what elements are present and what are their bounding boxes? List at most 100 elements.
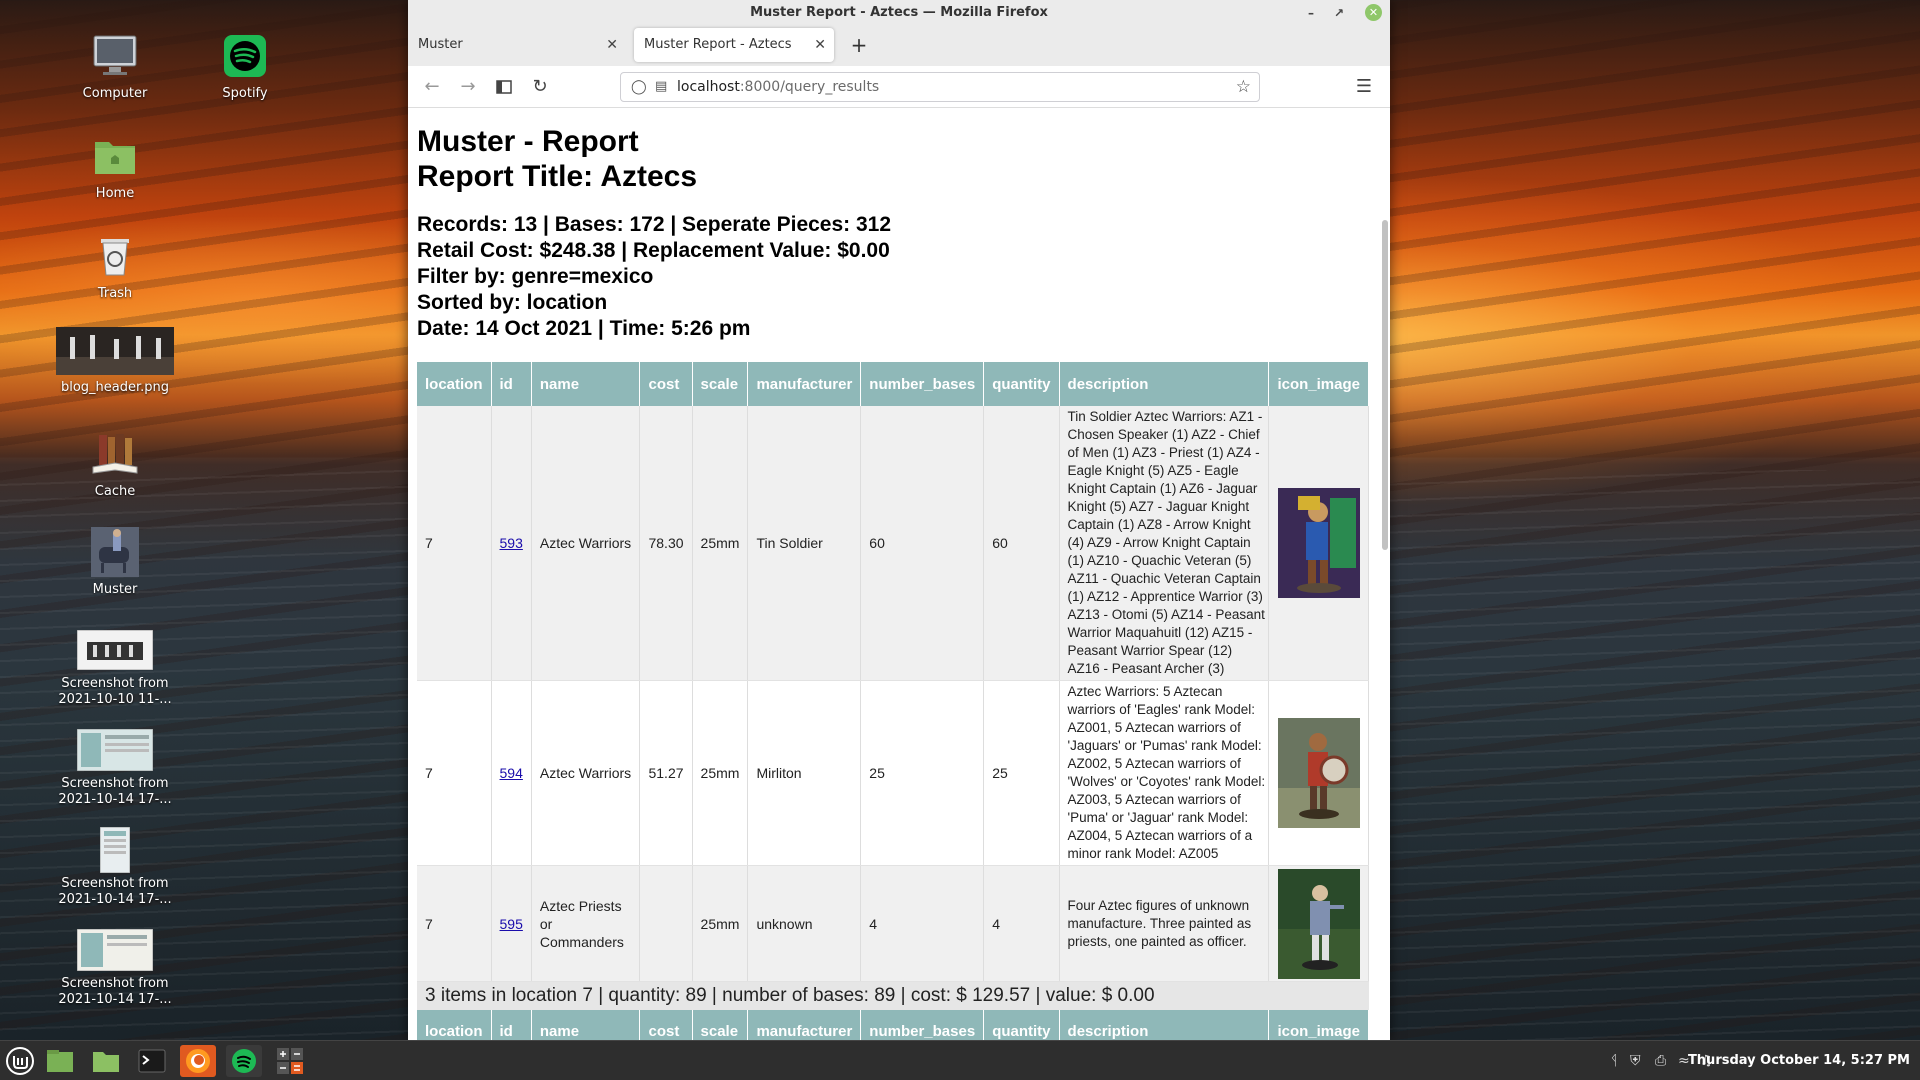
spotify-icon: [217, 30, 273, 82]
firefox-icon[interactable]: [180, 1045, 216, 1077]
address-bar[interactable]: ◯ ▤ localhost:8000/query_results ☆: [620, 72, 1260, 102]
cell-name: Aztec Warriors: [531, 406, 641, 681]
desktop-icon-blog-header[interactable]: blog_header.png: [55, 326, 175, 396]
report-table: location id name cost scale manufacturer…: [417, 362, 1369, 1040]
bookmark-star-icon[interactable]: ☆: [1236, 73, 1251, 101]
cell-icon-image: [1268, 680, 1369, 866]
report: Muster - Report Report Title: Aztecs Rec…: [417, 124, 1369, 1040]
muster-app-icon: [87, 526, 143, 578]
files-icon[interactable]: [88, 1045, 124, 1077]
desktop-icon-computer[interactable]: Computer: [55, 30, 175, 102]
calculator-icon[interactable]: [272, 1045, 308, 1077]
screenshot-thumbnail-icon: [77, 928, 153, 972]
desktop-icon-label: Cache: [94, 484, 136, 499]
page-scrollbar[interactable]: [1382, 220, 1388, 550]
table-header-row: location id name cost scale manufacturer…: [417, 362, 1369, 406]
table-row: 7 594 Aztec Warriors 51.27 25mm Mirliton…: [417, 680, 1369, 866]
show-desktop-icon[interactable]: [42, 1045, 78, 1077]
desktop-icon-label: Computer: [82, 86, 148, 101]
desktop-icon-trash[interactable]: Trash: [55, 230, 175, 302]
window-titlebar[interactable]: Muster Report - Aztecs — Mozilla Firefox…: [408, 0, 1390, 26]
column-header: cost: [639, 1009, 693, 1040]
cell-manufacturer: Tin Soldier: [747, 406, 862, 681]
miniature-photo-icon[interactable]: [1277, 718, 1360, 828]
miniature-photo-icon[interactable]: [1277, 868, 1360, 979]
printer-icon[interactable]: ⎙: [1655, 1041, 1666, 1080]
column-header: description: [1059, 362, 1270, 406]
record-id-link[interactable]: 593: [500, 535, 523, 551]
tab-muster[interactable]: Muster ✕: [408, 28, 626, 62]
sidebar-icon[interactable]: [490, 74, 518, 100]
table-row: 7 593 Aztec Warriors 78.30 25mm Tin Sold…: [417, 406, 1369, 681]
desktop-icon-screenshot-4[interactable]: Screenshot from 2021-10-14 17-...: [55, 928, 175, 1008]
cell-id: 595: [491, 865, 532, 982]
cell-location: 7: [417, 865, 492, 982]
clock[interactable]: Thursday October 14, 5:27 PM: [1688, 1041, 1910, 1080]
cell-quantity: 60: [983, 406, 1060, 681]
cell-description: Four Aztec figures of unknown manufactur…: [1059, 865, 1270, 982]
stat-line: Retail Cost: $248.38 | Replacement Value…: [417, 239, 890, 262]
tab-muster-report[interactable]: Muster Report - Aztecs ✕: [634, 28, 834, 62]
miniature-photo-icon[interactable]: [1277, 488, 1360, 598]
column-header: scale: [692, 1009, 749, 1040]
screenshot-thumbnail-icon: [77, 628, 153, 672]
menu-icon[interactable]: ☰: [1350, 74, 1378, 100]
cell-location: 7: [417, 680, 492, 866]
close-tab-icon[interactable]: ✕: [606, 28, 618, 62]
column-header: location: [417, 362, 492, 406]
desktop-icon-muster[interactable]: Muster: [55, 526, 175, 598]
desktop-icon-screenshot-3[interactable]: Screenshot from 2021-10-14 17-...: [55, 827, 175, 908]
screenshot-thumbnail-icon: [77, 728, 153, 772]
column-header: cost: [639, 362, 693, 406]
location-summary-row: 3 items in location 7 | quantity: 89 | n…: [417, 981, 1369, 1010]
desktop-icon-screenshot-1[interactable]: Screenshot from 2021-10-10 11-...: [55, 628, 175, 708]
maximize-icon[interactable]: ↗: [1326, 0, 1352, 26]
location-summary: 3 items in location 7 | quantity: 89 | n…: [417, 981, 1369, 1010]
cell-scale: 25mm: [692, 865, 749, 982]
stat-line: Records: 13 | Bases: 172 | Seperate Piec…: [417, 213, 892, 236]
terminal-icon[interactable]: [134, 1045, 170, 1077]
column-header: manufacturer: [747, 362, 862, 406]
table-header-row: location id name cost scale manufacturer…: [417, 1009, 1369, 1040]
cell-cost: 78.30: [639, 406, 693, 681]
spotify-taskbar-icon[interactable]: [226, 1045, 262, 1077]
report-title: Report Title: Aztecs: [417, 160, 698, 193]
cell-description: Tin Soldier Aztec Warriors: AZ1 - Chosen…: [1059, 406, 1270, 681]
desktop-icon-spotify[interactable]: Spotify: [185, 30, 305, 102]
desktop-icon-cache[interactable]: Cache: [55, 428, 175, 500]
column-header: icon_image: [1268, 362, 1369, 406]
cell-quantity: 4: [983, 865, 1060, 982]
bluetooth-icon[interactable]: ᛩ: [1610, 1041, 1618, 1080]
forward-icon[interactable]: →: [454, 74, 482, 100]
reload-icon[interactable]: ↻: [526, 74, 554, 100]
close-window-icon[interactable]: ✕: [1365, 4, 1382, 21]
tab-bar: Muster ✕ Muster Report - Aztecs ✕ +: [408, 26, 1390, 66]
desktop-icon-label: Home: [95, 186, 135, 201]
update-shield-icon[interactable]: ⛨: [1630, 1041, 1641, 1080]
desktop-icon-label: blog_header.png: [60, 380, 170, 395]
column-header: location: [417, 1009, 492, 1040]
minimize-icon[interactable]: –: [1298, 0, 1324, 26]
cell-quantity: 25: [983, 680, 1060, 866]
column-header: name: [531, 362, 641, 406]
cell-number-bases: 60: [860, 406, 985, 681]
navigation-bar: ← → ↻ ◯ ▤ localhost:8000/query_results ☆…: [408, 66, 1390, 108]
close-tab-icon[interactable]: ✕: [814, 28, 826, 62]
record-id-link[interactable]: 595: [500, 916, 523, 932]
record-id-link[interactable]: 594: [500, 765, 523, 781]
desktop-icon-home[interactable]: Home: [55, 130, 175, 202]
books-icon: [87, 428, 143, 480]
cell-id: 594: [491, 680, 532, 866]
mint-menu-icon[interactable]: [2, 1045, 38, 1077]
cell-description: Aztec Warriors: 5 Aztecan warriors of 'E…: [1059, 680, 1270, 866]
column-header: number_bases: [860, 362, 985, 406]
back-icon[interactable]: ←: [418, 74, 446, 100]
column-header: scale: [692, 362, 749, 406]
desktop-icon-screenshot-2[interactable]: Screenshot from 2021-10-14 17-...: [55, 728, 175, 808]
desktop-icon-label: Screenshot from 2021-10-14 17-...: [58, 776, 172, 807]
new-tab-icon[interactable]: +: [844, 28, 874, 62]
page-info-icon[interactable]: ▤: [655, 73, 667, 101]
cell-cost: [639, 865, 693, 982]
computer-icon: [87, 30, 143, 82]
shield-icon[interactable]: ◯: [631, 73, 647, 101]
